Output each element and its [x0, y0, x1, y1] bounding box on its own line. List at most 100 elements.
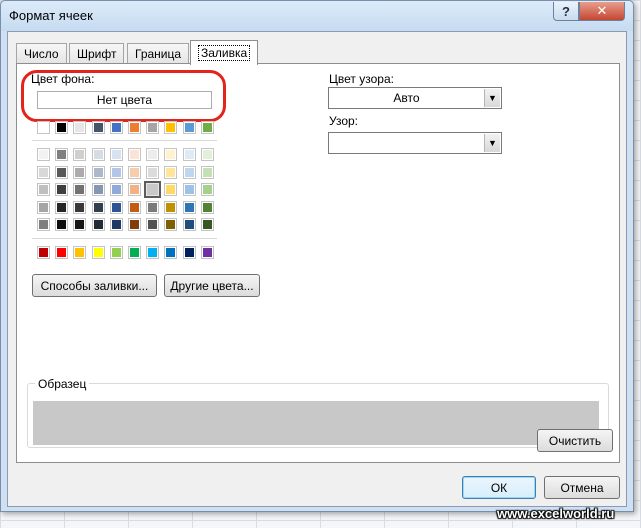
- format-cells-dialog: Формат ячеек ? ✕ Число Шрифт Граница Зал…: [0, 0, 634, 512]
- color-swatch[interactable]: [109, 148, 123, 161]
- color-swatch[interactable]: [128, 246, 141, 259]
- sample-label: Образец: [35, 377, 90, 391]
- chevron-down-icon[interactable]: ▼: [484, 89, 500, 107]
- color-swatch[interactable]: [200, 218, 214, 232]
- color-swatch[interactable]: [200, 121, 214, 134]
- color-swatch[interactable]: [73, 218, 87, 232]
- pattern-style-dropdown[interactable]: ▼: [328, 132, 502, 154]
- color-swatch[interactable]: [146, 218, 160, 232]
- pattern-color-dropdown[interactable]: Авто ▼: [328, 87, 502, 109]
- color-swatch[interactable]: [164, 200, 178, 214]
- close-button[interactable]: ✕: [579, 2, 625, 21]
- tab-number[interactable]: Число: [16, 43, 67, 64]
- fill-tab-panel: Цвет фона: Нет цвета Способы заливки... …: [16, 63, 620, 463]
- color-swatch[interactable]: [128, 148, 141, 161]
- color-swatch[interactable]: [164, 121, 178, 134]
- color-swatch[interactable]: [73, 183, 87, 197]
- color-swatch[interactable]: [146, 246, 160, 259]
- color-swatch[interactable]: [91, 165, 105, 179]
- dialog-client-area: Число Шрифт Граница Заливка Цвет фона: Н…: [7, 31, 627, 507]
- color-swatch[interactable]: [164, 183, 178, 197]
- color-swatch[interactable]: [73, 165, 87, 179]
- site-watermark: www.excelworld.ru: [497, 506, 615, 521]
- color-swatch[interactable]: [182, 183, 196, 197]
- pattern-color-label: Цвет узора:: [329, 72, 394, 86]
- color-swatch[interactable]: [182, 148, 196, 161]
- more-colors-button[interactable]: Другие цвета...: [164, 274, 260, 297]
- color-swatch[interactable]: [200, 246, 214, 259]
- color-swatch[interactable]: [109, 121, 123, 134]
- tab-font[interactable]: Шрифт: [69, 43, 125, 64]
- color-swatch[interactable]: [73, 148, 87, 161]
- help-button[interactable]: ?: [553, 2, 579, 21]
- color-swatch[interactable]: [146, 200, 160, 214]
- color-swatch[interactable]: [164, 218, 178, 232]
- color-swatch[interactable]: [37, 165, 50, 179]
- color-swatch[interactable]: [37, 183, 50, 197]
- chevron-down-icon[interactable]: ▼: [484, 134, 500, 152]
- color-swatch[interactable]: [128, 121, 141, 134]
- color-swatch[interactable]: [182, 218, 196, 232]
- color-swatch[interactable]: [73, 246, 87, 259]
- color-swatch[interactable]: [164, 246, 178, 259]
- color-swatch[interactable]: [164, 148, 178, 161]
- color-swatch[interactable]: [128, 218, 141, 232]
- color-swatch[interactable]: [37, 148, 50, 161]
- color-swatch[interactable]: [91, 183, 105, 197]
- color-swatch[interactable]: [146, 165, 160, 179]
- color-swatch[interactable]: [91, 246, 105, 259]
- color-swatch[interactable]: [146, 121, 160, 134]
- color-swatch[interactable]: [55, 148, 69, 161]
- color-swatch[interactable]: [91, 148, 105, 161]
- color-swatch[interactable]: [182, 246, 196, 259]
- close-icon: ✕: [596, 3, 608, 18]
- clear-button[interactable]: Очистить: [537, 429, 613, 452]
- color-swatch[interactable]: [200, 183, 214, 197]
- color-swatch[interactable]: [109, 200, 123, 214]
- color-swatch[interactable]: [55, 165, 69, 179]
- title-bar[interactable]: Формат ячеек ? ✕: [1, 1, 633, 31]
- color-swatch[interactable]: [128, 200, 141, 214]
- color-swatch[interactable]: [55, 218, 69, 232]
- color-swatch[interactable]: [109, 183, 123, 197]
- ok-button[interactable]: ОК: [462, 476, 536, 499]
- pattern-style-label: Узор:: [329, 114, 358, 128]
- color-swatch[interactable]: [91, 200, 105, 214]
- color-swatch[interactable]: [200, 165, 214, 179]
- color-swatch[interactable]: [55, 246, 69, 259]
- help-icon: ?: [562, 3, 570, 19]
- color-swatch[interactable]: [200, 200, 214, 214]
- color-swatch[interactable]: [164, 165, 178, 179]
- color-swatch[interactable]: [73, 200, 87, 214]
- color-swatch[interactable]: [146, 148, 160, 161]
- color-swatch[interactable]: [37, 200, 50, 214]
- color-swatch[interactable]: [37, 246, 50, 259]
- color-swatch[interactable]: [37, 121, 50, 134]
- color-swatch[interactable]: [91, 218, 105, 232]
- color-swatch[interactable]: [55, 183, 69, 197]
- color-swatch[interactable]: [109, 246, 123, 259]
- color-swatch[interactable]: [128, 183, 141, 197]
- color-swatch[interactable]: [55, 121, 69, 134]
- color-swatch[interactable]: [144, 181, 162, 199]
- color-swatch[interactable]: [128, 165, 141, 179]
- tab-border[interactable]: Граница: [127, 43, 190, 64]
- color-swatch[interactable]: [182, 200, 196, 214]
- color-swatch[interactable]: [182, 165, 196, 179]
- color-swatch[interactable]: [55, 200, 69, 214]
- color-swatch[interactable]: [73, 121, 87, 134]
- color-swatch[interactable]: [109, 165, 123, 179]
- red-highlight-annotation: [21, 70, 226, 122]
- dialog-title: Формат ячеек: [9, 8, 93, 23]
- color-swatch[interactable]: [109, 218, 123, 232]
- color-swatch[interactable]: [182, 121, 196, 134]
- color-swatch[interactable]: [91, 121, 105, 134]
- color-swatch[interactable]: [37, 218, 50, 232]
- palette-separator: [32, 140, 217, 141]
- cancel-button[interactable]: Отмена: [544, 476, 620, 499]
- palette-separator: [32, 238, 217, 239]
- pattern-color-value: Авто: [393, 91, 420, 105]
- fill-effects-button[interactable]: Способы заливки...: [32, 274, 157, 297]
- tab-fill[interactable]: Заливка: [190, 40, 259, 65]
- color-swatch[interactable]: [200, 148, 214, 161]
